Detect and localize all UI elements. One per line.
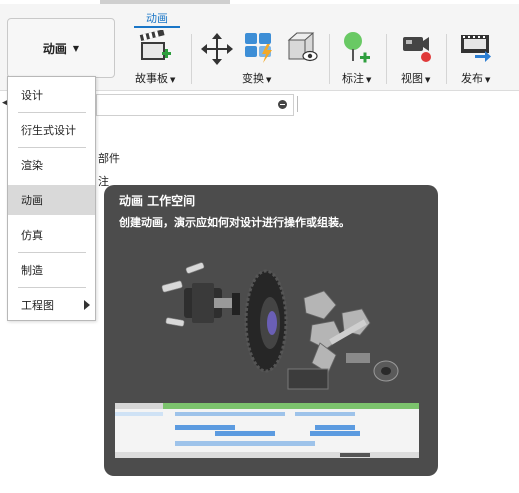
active-tab-indicator	[134, 26, 180, 28]
panel-divider	[297, 96, 298, 112]
toolbar-separator	[329, 34, 330, 84]
chevron-down-icon: ▼	[366, 76, 372, 84]
publish-video-icon[interactable]	[459, 30, 493, 64]
menu-item-label: 工程图	[21, 299, 54, 312]
camera-view-icon[interactable]	[398, 30, 432, 64]
menu-item-label: 动画	[21, 194, 43, 207]
transform-group-label[interactable]: 变换 ▼	[242, 70, 271, 86]
chevron-down-icon: ▼	[266, 76, 272, 84]
menu-item-animation[interactable]: 动画	[8, 185, 95, 215]
chevron-down-icon: ▼	[170, 76, 176, 84]
annotation-group-text: 标注	[342, 72, 364, 85]
toolbar-separator	[386, 34, 387, 84]
menu-divider	[18, 112, 86, 113]
menu-divider	[18, 287, 86, 288]
publish-group-text: 发布	[461, 72, 483, 85]
menu-divider	[18, 252, 86, 253]
transform-components-icon[interactable]	[243, 30, 277, 64]
menu-item-generative-design[interactable]: 衍生式设计	[8, 115, 95, 145]
menu-item-manufacture[interactable]: 制造	[8, 255, 95, 285]
transform-group-text: 变换	[242, 72, 264, 85]
browser-search-input[interactable]	[96, 94, 294, 116]
exploded-gear-assembly-image	[161, 262, 399, 390]
workspace-menu: 设计 衍生式设计 渲染 动画 仿真 制造 工程图	[7, 76, 96, 321]
menu-item-drawing[interactable]: 工程图	[8, 290, 95, 320]
chevron-down-icon: ▼	[485, 76, 491, 84]
tooltip-description: 创建动画，演示应如何对设计进行操作或组装。	[119, 216, 350, 229]
menu-item-label: 渲染	[21, 159, 43, 172]
tab-animation[interactable]: 动画	[134, 10, 180, 26]
clear-search-icon[interactable]	[278, 100, 287, 109]
toolbar-separator	[191, 34, 192, 84]
view-group-text: 视图	[401, 72, 423, 85]
chevron-down-icon: ▼	[72, 43, 80, 53]
browser-item-components[interactable]: 部件	[98, 150, 120, 166]
storyboard-group-label[interactable]: 故事板 ▼	[135, 70, 175, 86]
toolbar-separator	[446, 34, 447, 84]
workspace-tooltip: 动画 工作空间 创建动画，演示应如何对设计进行操作或组装。	[104, 185, 438, 476]
storyboard-group-text: 故事板	[135, 72, 168, 85]
storyboard-icon[interactable]	[139, 30, 173, 64]
annotation-icon[interactable]	[340, 30, 374, 64]
publish-group-label[interactable]: 发布 ▼	[461, 70, 490, 86]
move-icon[interactable]	[200, 32, 234, 66]
annotation-group-label[interactable]: 标注 ▼	[342, 70, 371, 86]
menu-item-design[interactable]: 设计	[8, 80, 95, 110]
menu-item-label: 制造	[21, 264, 43, 277]
view-group-label[interactable]: 视图 ▼	[401, 70, 430, 86]
menu-item-label: 设计	[21, 89, 43, 102]
animation-timeline-thumbnail	[115, 403, 419, 458]
workspace-switcher-label: 动画	[42, 41, 67, 56]
submenu-arrow-icon	[84, 300, 90, 310]
menu-item-render[interactable]: 渲染	[8, 150, 95, 180]
menu-item-label: 衍生式设计	[21, 124, 76, 137]
menu-item-simulation[interactable]: 仿真	[8, 220, 95, 250]
menu-divider	[18, 147, 86, 148]
view-icon[interactable]	[285, 30, 319, 64]
workspace-switcher-button[interactable]: 动画 ▼	[7, 18, 115, 78]
chevron-down-icon: ▼	[425, 76, 431, 84]
tooltip-title: 动画 工作空间	[119, 194, 196, 208]
menu-item-label: 仿真	[21, 229, 43, 242]
